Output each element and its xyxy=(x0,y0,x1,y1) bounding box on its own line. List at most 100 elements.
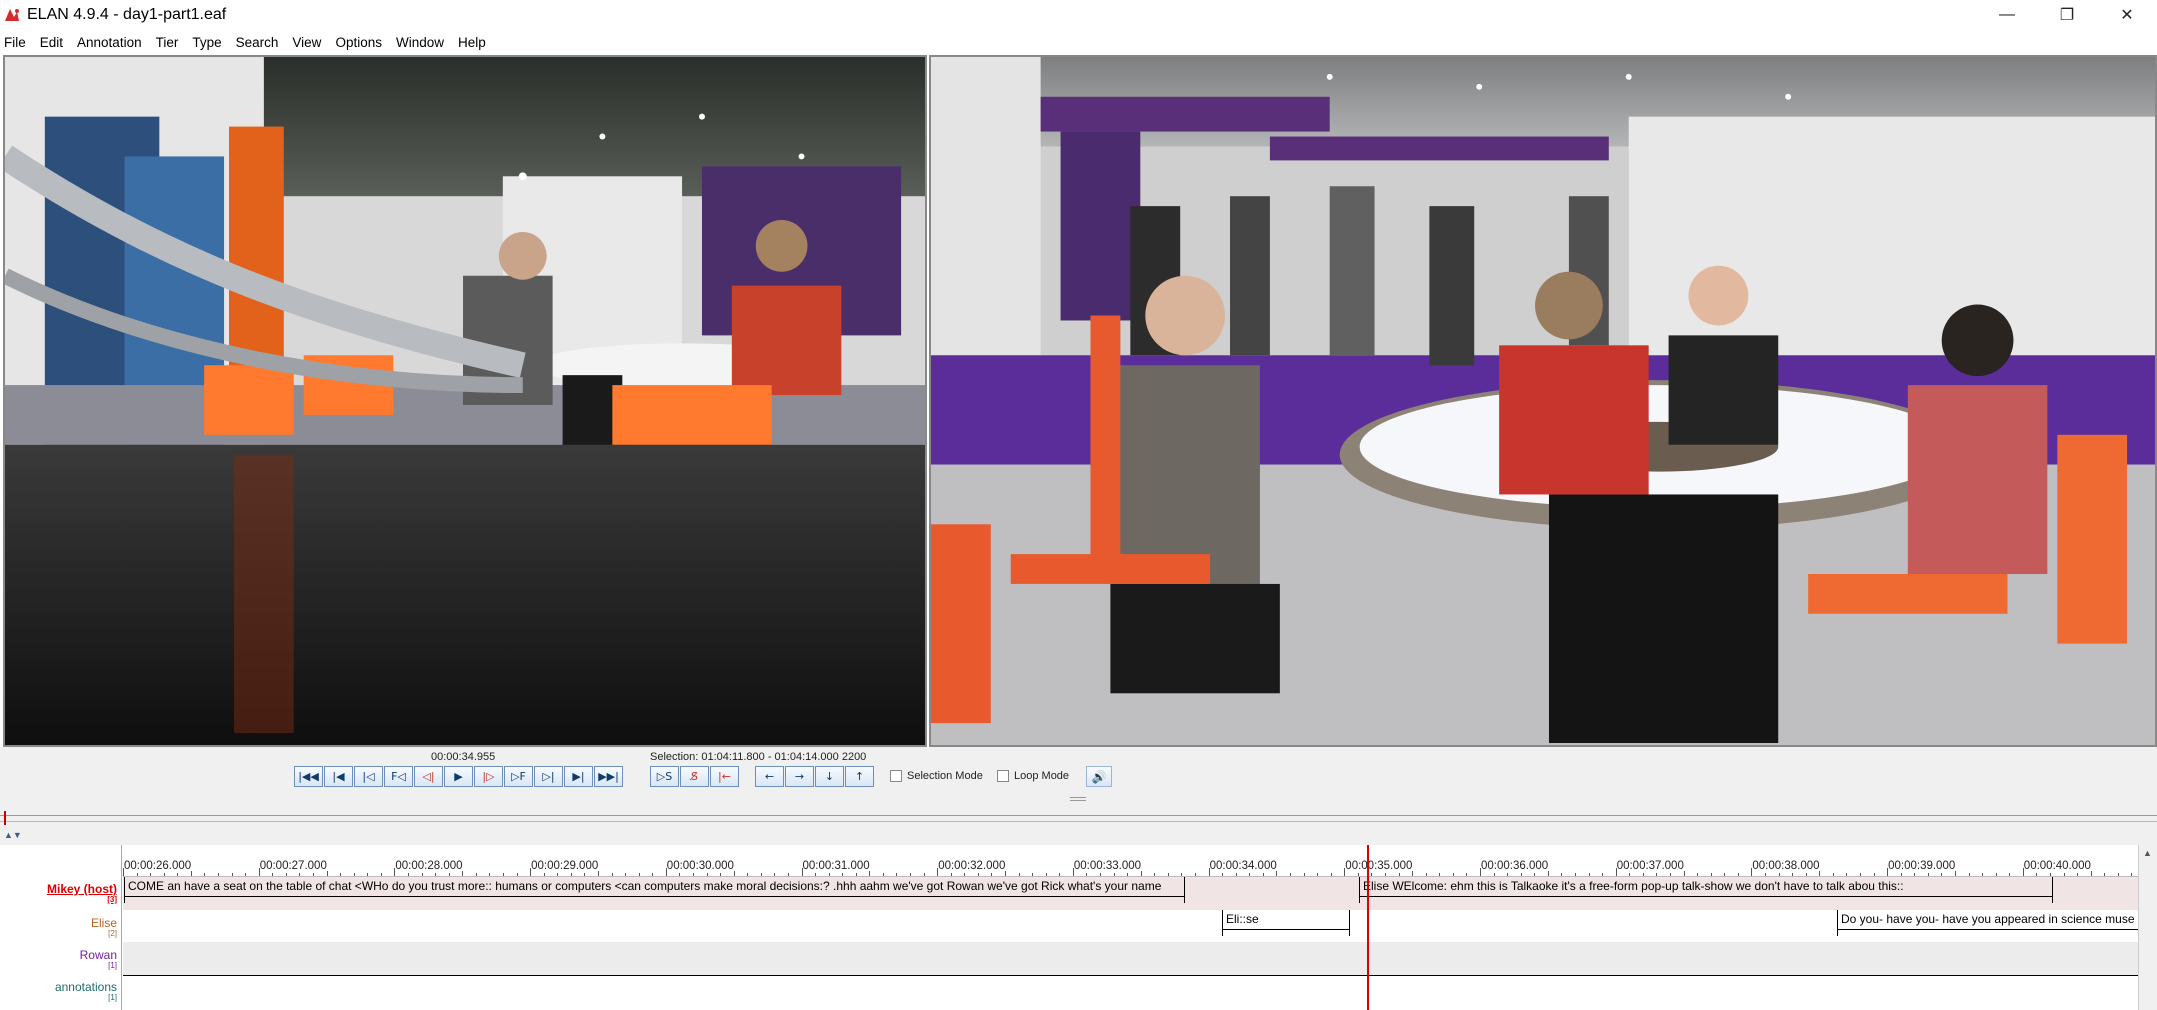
ruler-tick xyxy=(679,873,681,876)
maximize-button[interactable]: ❐ xyxy=(2037,0,2097,30)
annotation-elise-1[interactable]: Eli::se xyxy=(1222,910,1350,936)
overview-line xyxy=(0,815,2157,816)
timeline-scrollbar[interactable]: ▲ xyxy=(2138,845,2157,1010)
play-button[interactable]: ▶ xyxy=(444,766,473,787)
annotation-up-button[interactable]: ↑ xyxy=(845,766,874,787)
ruler-tick xyxy=(1249,873,1251,876)
annotation-mikey-1[interactable]: COME an have a seat on the table of chat… xyxy=(124,877,1185,903)
previous-scrollview-button[interactable]: |◀ xyxy=(324,766,353,787)
loop-mode-label: Loop Mode xyxy=(1014,770,1070,782)
tier-name-text: Elise xyxy=(90,916,117,930)
ruler-tick xyxy=(177,873,179,876)
splitter-grip[interactable] xyxy=(1070,797,1086,801)
go-to-begin-button[interactable]: |◀◀ xyxy=(294,766,323,787)
ruler-tick-label: 00:00:38.000 xyxy=(1752,860,1820,872)
scroll-up-icon[interactable]: ▲ xyxy=(2143,848,2152,858)
ruler-tick xyxy=(828,873,830,876)
ruler-tick-label: 00:00:37.000 xyxy=(1616,860,1684,872)
ruler-tick xyxy=(2090,871,2092,876)
ruler-tick xyxy=(380,873,382,876)
selection-mode-box[interactable] xyxy=(890,770,902,782)
tier-row-elise[interactable]: Eli::se Do you- have you- have you appea… xyxy=(123,910,2138,942)
ruler-tick-label: 00:00:27.000 xyxy=(259,860,327,872)
next-second-button[interactable]: ▷| xyxy=(534,766,563,787)
selection-mode-checkbox[interactable]: Selection Mode xyxy=(890,770,983,782)
menu-type[interactable]: Type xyxy=(192,35,221,50)
next-frame-button[interactable]: ▷F xyxy=(504,766,533,787)
timeline-viewer[interactable]: Mikey (host) [3] Elise [2] Rowan [1] ann… xyxy=(0,845,2157,1010)
minimize-button[interactable]: — xyxy=(1977,0,2037,30)
next-scrollview-button[interactable]: ▶| xyxy=(564,766,593,787)
close-button[interactable]: ✕ xyxy=(2097,0,2157,30)
ruler-tick xyxy=(1018,873,1020,876)
collapse-arrows-icon[interactable]: ▲▼ xyxy=(4,830,22,840)
next-annotation-icon: → xyxy=(794,770,805,783)
playhead-crosshair[interactable] xyxy=(1367,845,1369,1010)
ruler-tick xyxy=(1167,873,1169,876)
next-annotation-button[interactable]: → xyxy=(785,766,814,787)
next-pixel-button[interactable]: |▷ xyxy=(474,766,503,787)
ruler-tick xyxy=(1113,873,1115,876)
menu-tier[interactable]: Tier xyxy=(156,35,179,50)
ruler-tick xyxy=(1859,873,1861,876)
ruler-tick xyxy=(950,873,952,876)
tier-row-annotations[interactable] xyxy=(123,975,2138,1010)
tier-annotation-count: [1] xyxy=(108,993,117,1002)
media-viewers xyxy=(0,55,2157,747)
ruler-tick xyxy=(1032,873,1034,876)
tier-label-mikey[interactable]: Mikey (host) [3] xyxy=(47,883,117,904)
loop-mode-checkbox[interactable]: Loop Mode xyxy=(997,770,1069,782)
previous-frame-button[interactable]: F◁ xyxy=(384,766,413,787)
menu-help[interactable]: Help xyxy=(458,35,486,50)
time-ruler[interactable]: 00:00:26.000 00:00:27.000 00:00:28.000 00:0… xyxy=(123,854,2146,877)
ruler-tick xyxy=(1303,873,1305,876)
ruler-tick-label: 00:00:30.000 xyxy=(666,860,734,872)
ruler-tick xyxy=(1982,873,1984,876)
ruler-tick-label: 00:00:36.000 xyxy=(1481,860,1549,872)
ruler-tick xyxy=(611,873,613,876)
menu-edit[interactable]: Edit xyxy=(40,35,63,50)
ruler-tick xyxy=(625,873,627,876)
loop-mode-box[interactable] xyxy=(997,770,1009,782)
ruler-tick xyxy=(1127,873,1129,876)
go-to-end-button[interactable]: ▶▶| xyxy=(594,766,623,787)
previous-second-button[interactable]: |◁ xyxy=(354,766,383,787)
ruler-tick xyxy=(1900,873,1902,876)
ruler-tick xyxy=(1276,871,1278,876)
menu-annotation[interactable]: Annotation xyxy=(77,35,142,50)
ruler-tick-label: 00:00:35.000 xyxy=(1345,860,1413,872)
menu-options[interactable]: Options xyxy=(335,35,382,50)
toggle-selection-boundary-button[interactable]: |← xyxy=(710,766,739,787)
ruler-tick xyxy=(1330,873,1332,876)
previous-annotation-button[interactable]: ← xyxy=(755,766,784,787)
ruler-tick xyxy=(394,868,396,876)
ruler-tick xyxy=(530,868,532,876)
play-selection-button[interactable]: ▷S xyxy=(650,766,679,787)
ruler-tick xyxy=(217,873,219,876)
tier-label-elise[interactable]: Elise [2] xyxy=(91,917,117,938)
video-viewer-2[interactable] xyxy=(929,55,2157,747)
tier-row-mikey[interactable]: COME an have a seat on the table of chat… xyxy=(123,877,2138,910)
ruler-tick xyxy=(842,873,844,876)
previous-pixel-button[interactable]: ◁| xyxy=(414,766,443,787)
video-viewer-1[interactable] xyxy=(3,55,927,747)
menu-search[interactable]: Search xyxy=(236,35,279,50)
tier-label-annotations[interactable]: annotations [1] xyxy=(55,981,117,1002)
timeline-overview[interactable] xyxy=(0,805,2157,835)
pane-splitter[interactable] xyxy=(0,797,2157,805)
tier-label-rowan[interactable]: Rowan [1] xyxy=(80,949,117,970)
speaker-icon: 🔊 xyxy=(1091,769,1107,784)
ruler-tick xyxy=(801,868,803,876)
tier-row-rowan[interactable] xyxy=(123,942,2138,975)
menu-view[interactable]: View xyxy=(292,35,321,50)
annotation-elise-2[interactable]: Do you- have you- have you appeared in s… xyxy=(1837,910,2138,936)
ruler-tick xyxy=(2022,868,2024,876)
volume-button[interactable]: 🔊 xyxy=(1086,766,1112,787)
menu-file[interactable]: File xyxy=(4,35,26,50)
menu-window[interactable]: Window xyxy=(396,35,444,50)
clear-selection-button[interactable]: S̸ xyxy=(680,766,709,787)
annotation-down-button[interactable]: ↓ xyxy=(815,766,844,787)
annotation-mikey-2[interactable]: Elise WElcome: ehm this is Talkaoke it's… xyxy=(1359,877,2053,903)
ruler-tick-label: 00:00:40.000 xyxy=(2023,860,2091,872)
ruler-tick xyxy=(1954,871,1956,876)
